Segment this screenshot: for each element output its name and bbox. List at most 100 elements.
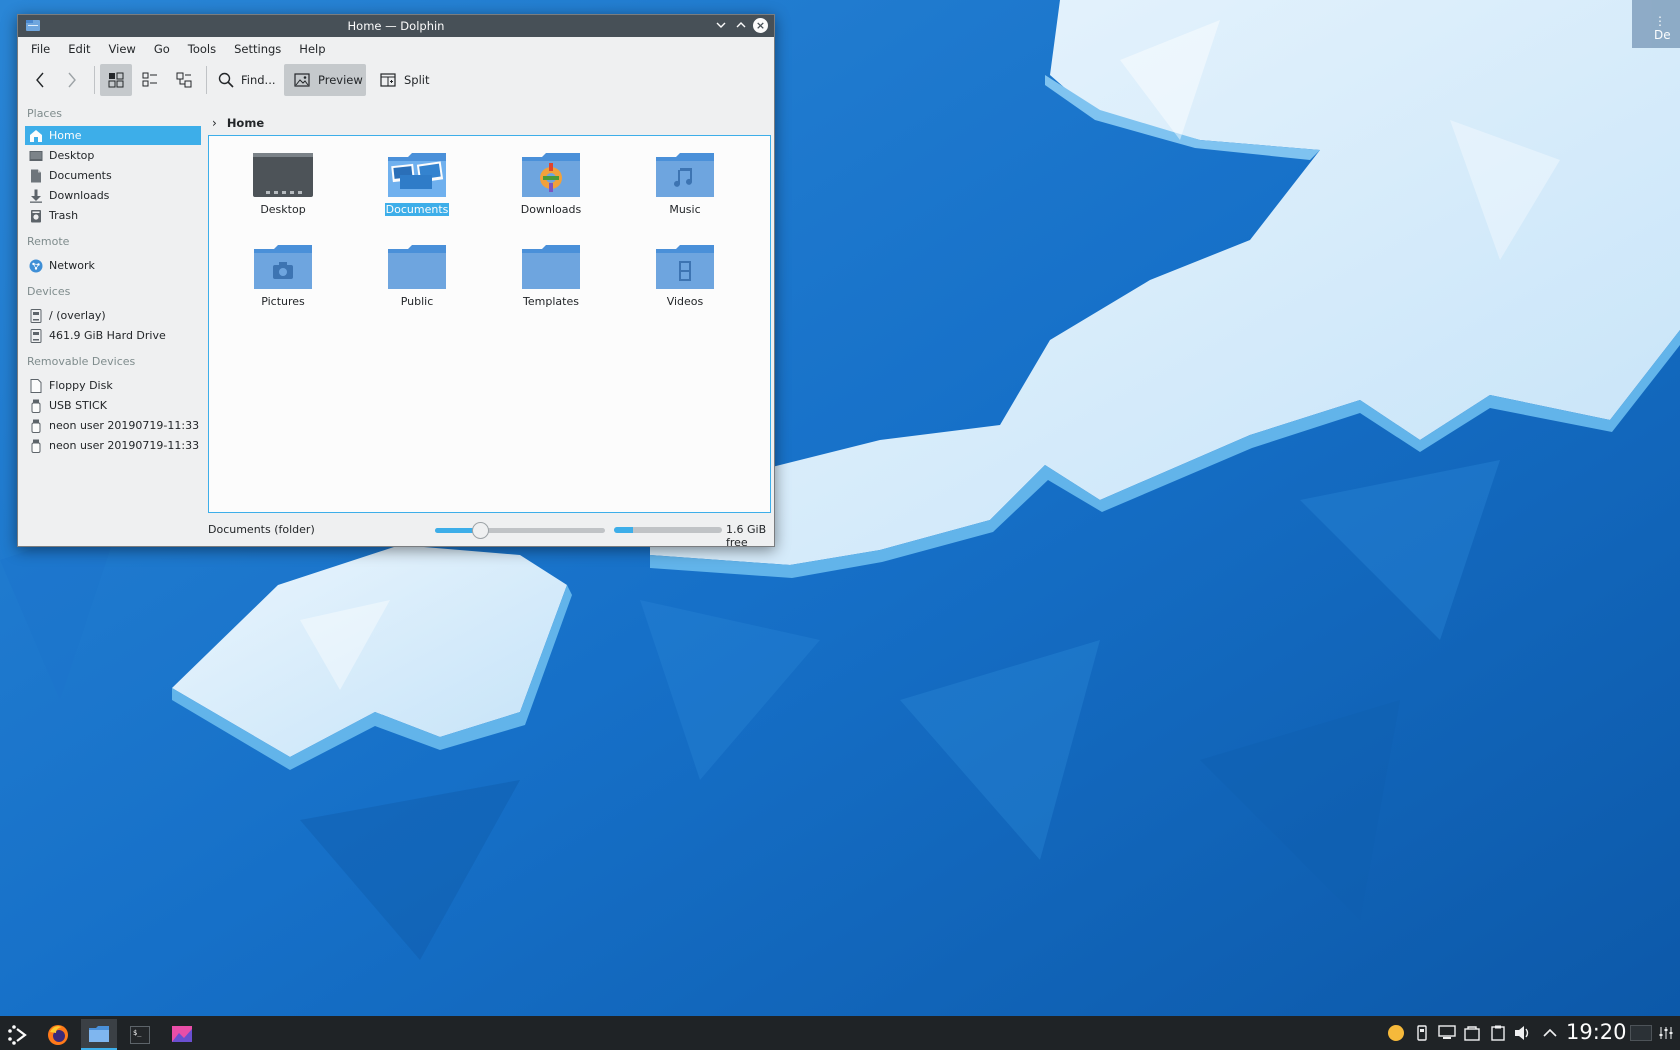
menu-go[interactable]: Go [145, 37, 179, 61]
free-space-bar [614, 527, 722, 533]
menu-edit[interactable]: Edit [59, 37, 99, 61]
file-name: Downloads [520, 203, 582, 216]
back-button[interactable] [30, 64, 50, 96]
file-item-videos[interactable]: Videos [625, 228, 745, 314]
documents-folder-icon [388, 153, 446, 197]
menu-file[interactable]: File [22, 37, 59, 61]
close-button[interactable]: × [752, 17, 770, 35]
file-item-music[interactable]: Music [625, 136, 745, 222]
show-desktop-icon[interactable] [1630, 1024, 1652, 1042]
location-breadcrumb[interactable]: › Home [208, 113, 264, 133]
zoom-slider[interactable] [435, 522, 605, 539]
zoom-slider-handle[interactable] [471, 522, 489, 539]
compact-view-button[interactable] [134, 64, 166, 96]
preview-label: Preview [318, 73, 363, 87]
task-image-viewer[interactable] [164, 1019, 200, 1050]
file-item-templates[interactable]: Templates [491, 228, 611, 314]
icons-view-button[interactable] [100, 64, 132, 96]
image-preview-icon [294, 73, 310, 87]
preview-button[interactable]: Preview [284, 64, 366, 96]
menubar: File Edit View Go Tools Settings Help [18, 37, 774, 61]
devices-section-header: Devices [27, 285, 71, 298]
places-item-floppy[interactable]: Floppy Disk [25, 376, 201, 395]
find-button[interactable]: Find... [218, 64, 276, 96]
toolbox-label: De [1654, 28, 1671, 42]
breadcrumb-home[interactable]: Home [227, 116, 264, 130]
places-item-home[interactable]: Home [25, 126, 201, 145]
night-color-icon[interactable] [1387, 1024, 1405, 1042]
hard-drive-icon [29, 308, 43, 323]
places-item-desktop[interactable]: Desktop [25, 146, 201, 165]
free-space-fill [614, 527, 634, 533]
remote-section-header: Remote [27, 235, 70, 248]
menu-settings[interactable]: Settings [225, 37, 290, 61]
device-notifier-icon[interactable] [1413, 1024, 1431, 1042]
task-firefox[interactable] [40, 1019, 76, 1050]
minimize-button[interactable] [712, 17, 730, 35]
volume-icon[interactable] [1514, 1024, 1532, 1042]
task-konsole[interactable]: $_ [122, 1019, 158, 1050]
firefox-icon [48, 1024, 68, 1045]
network-globe-icon [29, 259, 43, 273]
toolbar-separator [206, 66, 207, 94]
downloads-folder-icon [522, 153, 580, 197]
details-view-button[interactable] [168, 64, 200, 96]
places-item-trash[interactable]: Trash [25, 206, 201, 225]
chevron-down-icon [716, 22, 726, 28]
floppy-disk-icon [29, 378, 43, 393]
file-item-documents[interactable]: Documents [357, 136, 477, 222]
clipboard-icon[interactable] [1489, 1024, 1507, 1042]
file-name: Templates [523, 295, 579, 308]
trash-icon [29, 209, 43, 223]
places-item-neon-user-1[interactable]: neon user 20190719-11:33 [25, 416, 201, 435]
home-icon [29, 129, 43, 143]
maximize-button[interactable] [732, 17, 750, 35]
desktop-icon [29, 149, 43, 163]
folder-icon [388, 245, 446, 289]
places-item-network[interactable]: Network [25, 256, 201, 275]
menu-tools[interactable]: Tools [179, 37, 225, 61]
dolphin-window: Home — Dolphin × File Edit View Go Tools… [17, 14, 775, 549]
file-item-desktop[interactable]: Desktop [223, 136, 343, 222]
file-name: Public [400, 295, 434, 308]
places-item-downloads[interactable]: Downloads [25, 186, 201, 205]
task-dolphin[interactable] [81, 1019, 117, 1050]
network-icon[interactable] [1438, 1024, 1456, 1042]
terminal-icon: $_ [130, 1025, 150, 1044]
digital-clock[interactable]: 19:20 [1566, 1020, 1627, 1044]
window-title: Home — Dolphin [347, 19, 445, 33]
toolbar-separator [94, 66, 95, 94]
panel-settings-icon[interactable] [1657, 1024, 1675, 1042]
places-item-neon-user-2[interactable]: neon user 20190719-11:33 [25, 436, 201, 455]
desktop-toolbox-button[interactable]: ⋮ De [1632, 0, 1680, 48]
places-item-overlay[interactable]: / (overlay) [25, 306, 201, 325]
vault-icon[interactable] [1463, 1024, 1481, 1042]
view-icons-icon [108, 72, 124, 88]
file-item-pictures[interactable]: Pictures [223, 228, 343, 314]
window-titlebar[interactable]: Home — Dolphin × [18, 15, 774, 37]
split-view-icon [380, 73, 396, 87]
places-section-header: Places [27, 107, 62, 120]
file-name: Documents [384, 203, 450, 216]
split-button[interactable]: Split [380, 64, 430, 96]
places-item-label: USB STICK [49, 399, 107, 412]
hard-drive-icon [29, 328, 43, 343]
places-item-label: Downloads [49, 189, 110, 202]
application-launcher-button[interactable] [0, 1019, 36, 1050]
places-item-label: neon user 20190719-11:33 [49, 439, 200, 452]
file-item-downloads[interactable]: Downloads [491, 136, 611, 222]
menu-help[interactable]: Help [290, 37, 334, 61]
places-item-hard-drive[interactable]: 461.9 GiB Hard Drive [25, 326, 201, 345]
places-item-documents[interactable]: Documents [25, 166, 201, 185]
chevron-up-icon[interactable] [1541, 1024, 1559, 1042]
forward-button[interactable] [62, 64, 82, 96]
view-tree-icon [176, 72, 192, 88]
chevron-right-icon: › [212, 116, 217, 130]
places-item-usb-stick[interactable]: USB STICK [25, 396, 201, 415]
places-item-label: Trash [49, 209, 79, 222]
places-item-label: neon user 20190719-11:33 [49, 419, 200, 432]
menu-view[interactable]: View [100, 37, 145, 61]
file-view[interactable]: Desktop Documents Downloads Music Pictur… [208, 135, 771, 513]
view-compact-icon [142, 72, 157, 87]
file-item-public[interactable]: Public [357, 228, 477, 314]
